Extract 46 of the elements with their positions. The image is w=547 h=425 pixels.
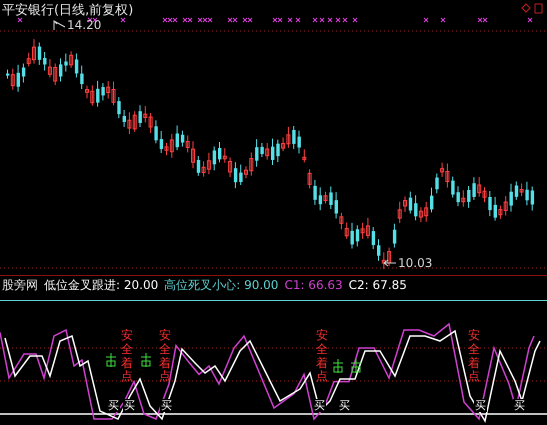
safe-point-label: 安全着点 [468,329,480,384]
buy-label: 买 [513,399,526,412]
candle [96,80,100,108]
candle [16,64,20,92]
candle [488,190,492,217]
chart-title: 平安银行(日线,前复权) [2,2,134,19]
candle [329,186,333,210]
square-icon [534,3,543,14]
signal-icon [140,353,152,367]
candle [530,186,534,211]
high-price-label: 14.20 [67,18,102,32]
indicator-value: 高位死叉小心: 90.00 [164,276,278,294]
candle [430,187,434,213]
candle [255,138,258,168]
candle [350,222,354,249]
candle [467,186,470,208]
safe-point-label: 安全着点 [121,329,133,384]
indicator-value: C1: 66.63 [284,278,343,292]
indicator-value: 低位金叉跟进: 20.00 [44,276,158,294]
candle [292,125,296,150]
buy-label: 买 [338,399,351,412]
signal-icon [105,353,117,367]
diamond-icon [521,3,531,13]
candle [372,226,376,250]
candle [408,191,412,214]
candle [271,138,274,166]
signal-icon [332,359,344,373]
buy-label: 买 [474,399,487,412]
buy-label: 买 [107,399,120,412]
buy-label: 买 [313,399,326,412]
indicator-name: 股旁网 [2,276,38,294]
buy-label: 买 [160,399,173,412]
candle [59,58,62,82]
candle [176,125,179,151]
buy-label: 买 [123,399,136,412]
signal-icon [350,359,362,373]
candle [212,146,216,171]
candle [451,176,455,198]
indicator-value: C2: 67.85 [348,278,407,292]
candle [510,183,513,212]
candle [38,42,42,66]
safe-point-label: 安全着点 [316,329,328,384]
candle [117,96,121,119]
leader-line [52,19,66,31]
leader-line [383,258,397,268]
low-price-label: 10.03 [398,256,432,270]
